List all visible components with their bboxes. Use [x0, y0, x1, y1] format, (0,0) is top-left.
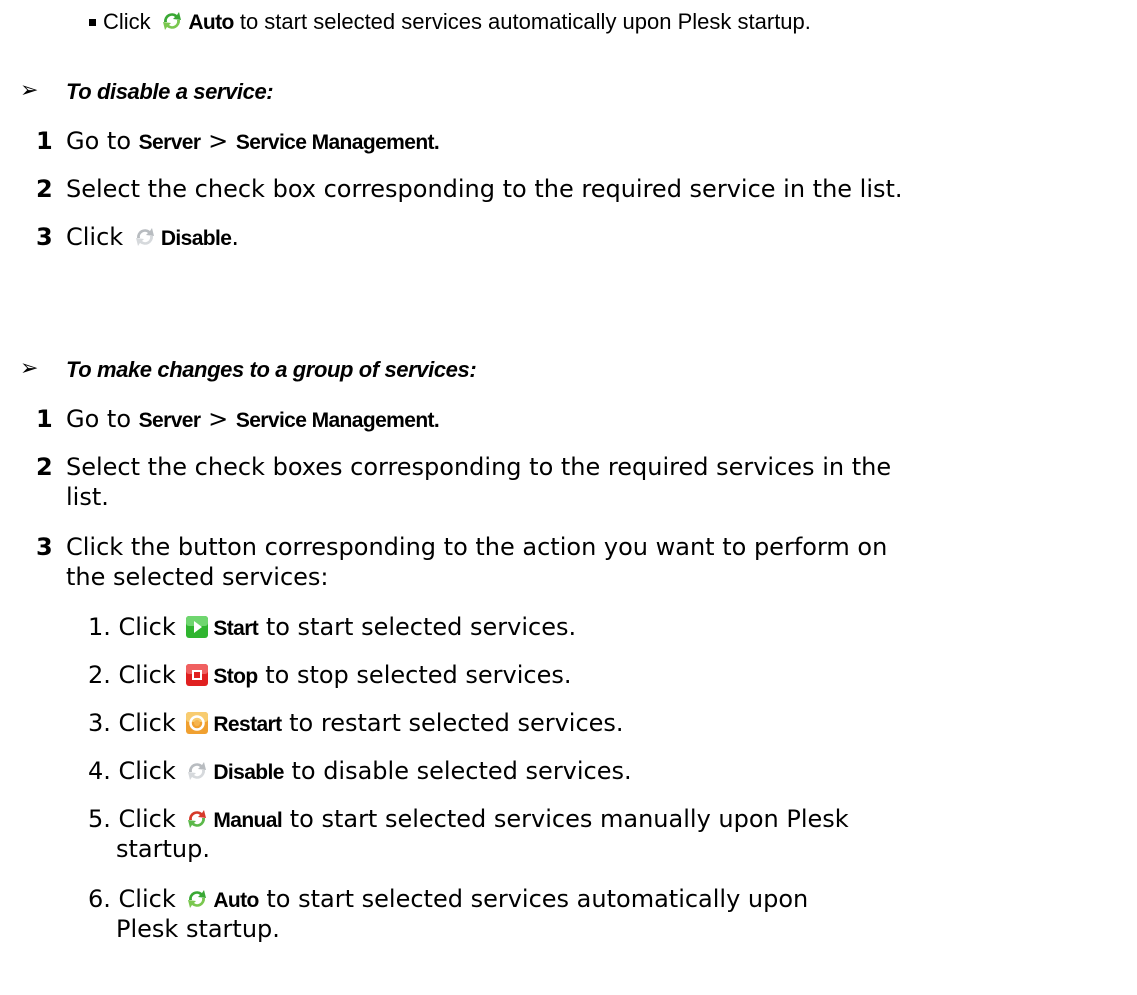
manual-icon [185, 807, 209, 831]
substep-prefix: 1. Click [88, 613, 184, 641]
service-management-label: Service Management. [235, 131, 440, 154]
start-label: Start [213, 617, 259, 640]
group-heading: To make changes to a group of services: [66, 357, 477, 382]
restart-label: Restart [213, 713, 282, 736]
bullet-square [89, 19, 96, 26]
group-step-1: 1 Go to Server > Service Management. [0, 404, 440, 436]
server-label: Server [138, 131, 201, 154]
substep-manual: 5. Click Manual to start selected servic… [88, 804, 849, 836]
server-label: Server [138, 409, 201, 432]
step-text: Select the check box corresponding to th… [66, 175, 903, 203]
substep-prefix: 6. Click [88, 885, 184, 913]
disable-heading: To disable a service: [66, 79, 274, 104]
substep-manual-cont: startup. [116, 834, 210, 864]
step-text: Go to [66, 127, 139, 155]
click-text: Click [103, 9, 151, 34]
substep-text: to disable selected services. [283, 757, 632, 785]
restart-icon [185, 711, 209, 735]
group-step-2-cont: list. [66, 482, 109, 512]
group-heading-line: ➢ To make changes to a group of services… [0, 354, 477, 385]
substep-auto: 6. Click Auto to start selected services… [88, 884, 808, 916]
substep-text: to start selected services manually upon… [282, 805, 849, 833]
group-step-2: 2 Select the check boxes corresponding t… [0, 452, 891, 482]
separator: > [200, 405, 236, 433]
disable-label: Disable [160, 227, 232, 250]
substep-text: to start selected services automatically… [258, 885, 809, 913]
period: . [231, 223, 239, 251]
disable-step-3: 3 Click Disable. [0, 222, 239, 254]
step-text: Select the check boxes corresponding to … [66, 453, 892, 481]
substep-prefix: 2. Click [88, 661, 184, 689]
substep-prefix: 5. Click [88, 805, 184, 833]
top-bullet-item: Click Auto to start selected services au… [70, 6, 811, 38]
step-number: 2 [36, 453, 53, 481]
substep-text: Plesk startup. [116, 915, 280, 943]
disable-step-1: 1 Go to Server > Service Management. [0, 126, 440, 158]
substep-text: to restart selected services. [281, 709, 624, 737]
step-text: Click [66, 223, 131, 251]
arrow-icon: ➢ [20, 356, 39, 381]
substep-restart: 3. Click Restart to restart selected ser… [88, 708, 624, 740]
start-icon [185, 615, 209, 639]
step-text: list. [66, 483, 109, 511]
step-number: 1 [36, 127, 53, 155]
disable-label: Disable [213, 761, 284, 784]
substep-auto-cont: Plesk startup. [116, 914, 280, 944]
step-number: 3 [36, 223, 53, 251]
disable-heading-line: ➢ To disable a service: [0, 76, 274, 107]
manual-label: Manual [213, 809, 283, 832]
stop-icon [185, 663, 209, 687]
substep-stop: 2. Click Stop to stop selected services. [88, 660, 571, 692]
substep-text: to start selected services. [258, 613, 577, 641]
auto-label: Auto [213, 889, 259, 912]
stop-label: Stop [213, 665, 258, 688]
top-bullet-text: to start selected services automatically… [233, 9, 811, 34]
substep-text: startup. [116, 835, 210, 863]
substep-start: 1. Click Start to start selected service… [88, 612, 576, 644]
auto-label: Auto [188, 11, 234, 34]
substep-disable: 4. Click Disable to disable selected ser… [88, 756, 632, 788]
group-step-3-cont: the selected services: [66, 562, 329, 592]
step-text: Click the button corresponding to the ac… [66, 533, 888, 561]
disable-icon [133, 225, 157, 249]
substep-prefix: 3. Click [88, 709, 184, 737]
step-number: 3 [36, 533, 53, 561]
service-management-label: Service Management. [235, 409, 440, 432]
substep-prefix: 4. Click [88, 757, 184, 785]
auto-icon [160, 9, 184, 33]
arrow-icon: ➢ [20, 78, 39, 103]
step-text: the selected services: [66, 563, 329, 591]
disable-icon [185, 759, 209, 783]
step-number: 1 [36, 405, 53, 433]
separator: > [200, 127, 236, 155]
substep-text: to stop selected services. [257, 661, 572, 689]
group-step-3: 3 Click the button corresponding to the … [0, 532, 887, 562]
step-text: Go to [66, 405, 139, 433]
auto-icon [185, 887, 209, 911]
step-number: 2 [36, 175, 53, 203]
disable-step-2: 2 Select the check box corresponding to … [0, 174, 903, 204]
